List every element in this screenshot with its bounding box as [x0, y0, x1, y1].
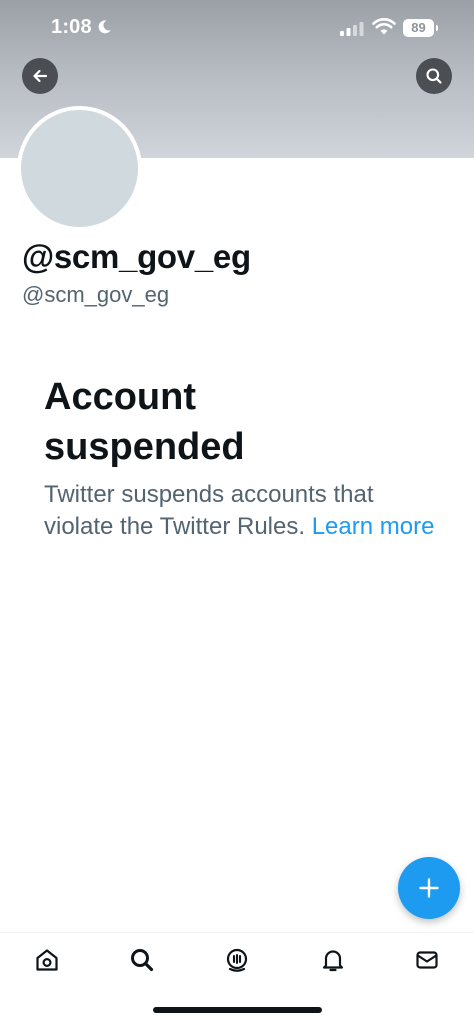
wifi-icon — [372, 18, 396, 35]
tab-home[interactable] — [27, 945, 67, 975]
avatar[interactable] — [17, 106, 142, 231]
home-indicator — [153, 1007, 322, 1013]
suspended-message: Twitter suspends accounts that violate t… — [44, 479, 444, 543]
suspended-title: Account suspended — [44, 376, 245, 468]
messages-icon — [416, 951, 438, 969]
battery-icon: 89 — [403, 19, 438, 37]
home-icon — [36, 949, 58, 971]
status-bar: 1:08 89 — [0, 0, 474, 58]
compose-button[interactable] — [398, 857, 460, 919]
search-button[interactable] — [416, 58, 452, 94]
tab-notifications[interactable] — [313, 945, 353, 975]
tab-messages[interactable] — [407, 945, 447, 975]
tab-spaces[interactable] — [217, 945, 257, 975]
notifications-icon — [322, 950, 344, 972]
spaces-icon — [226, 948, 248, 972]
profile-handle: @scm_gov_eg — [22, 282, 170, 307]
status-time: 1:08 — [51, 16, 92, 38]
back-button[interactable] — [22, 58, 58, 94]
moon-icon — [98, 20, 111, 34]
learn-more-link[interactable]: Learn more — [312, 513, 435, 540]
tab-search[interactable] — [122, 945, 162, 975]
search-icon — [131, 949, 154, 972]
cellular-signal-icon — [340, 22, 364, 36]
arrow-left-icon — [33, 69, 48, 83]
profile-display-name: @scm_gov_eg — [22, 238, 251, 275]
search-icon — [426, 68, 442, 84]
plus-icon — [419, 878, 439, 898]
